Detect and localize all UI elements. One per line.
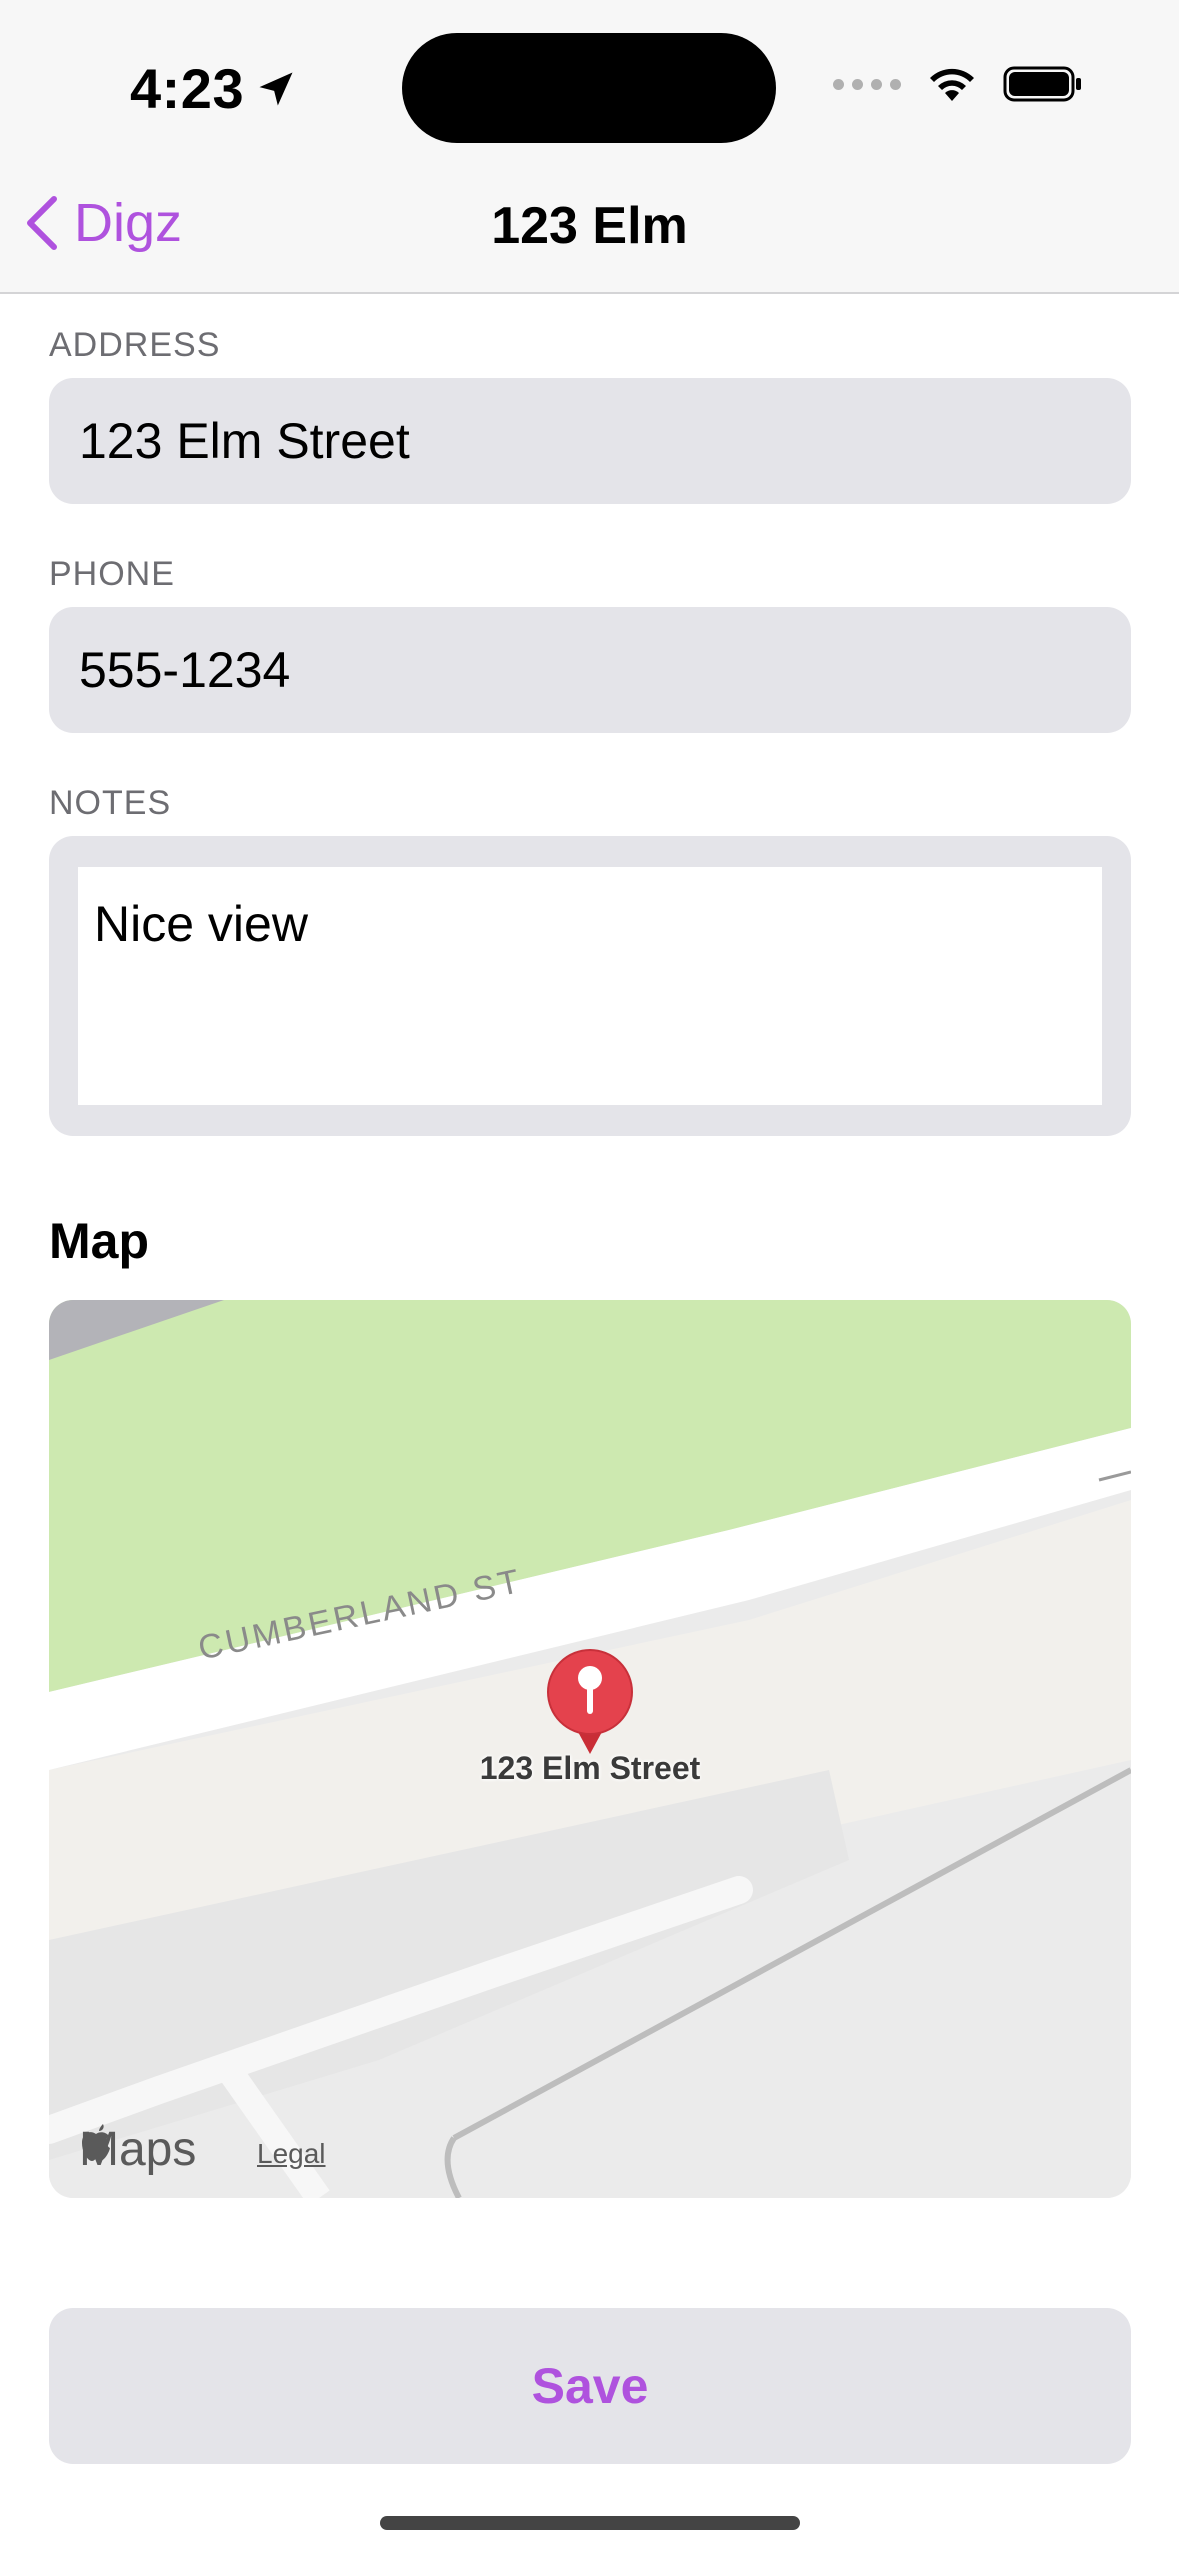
battery-icon [1003,66,1081,102]
location-arrow-icon [259,72,293,105]
address-field[interactable]: 123 Elm Street [49,378,1131,504]
pin-label: 123 Elm Street [479,1750,701,1786]
status-time-text: 4:23 [130,57,245,120]
map-heading: Map [49,1213,149,1269]
save-button[interactable]: Save [49,2308,1131,2464]
cellular-signal-icon [833,78,901,90]
notes-value: Nice view [94,896,308,952]
phone-value: 555-1234 [79,642,291,698]
phone-label: PHONE [49,555,175,593]
legal-link[interactable]: Legal [257,2138,326,2170]
notes-container: Nice view [49,836,1131,1136]
maps-brand: Maps [79,2122,196,2177]
status-time: 4:23 [130,56,298,121]
address-value: 123 Elm Street [79,413,410,469]
notes-label: NOTES [49,784,172,822]
page-title: 123 Elm [491,197,688,255]
map-canvas [49,1300,1131,2198]
status-icons [833,64,1083,104]
home-indicator [380,2516,800,2530]
phone-field[interactable]: 555-1234 [49,607,1131,733]
navigation-bar: 4:23 Digz 123 Elm [0,0,1179,294]
wifi-icon [930,68,974,101]
screen: 4:23 Digz 123 Elm ADDRESS 123 Elm Street… [0,0,1179,2556]
dynamic-island [402,33,776,143]
notes-textarea[interactable]: Nice view [78,867,1102,1105]
apple-logo-icon [82,2124,110,2161]
address-label: ADDRESS [49,326,221,364]
map-view[interactable]: CUMBERLAND ST 123 Elm Street Maps Legal [49,1300,1131,2198]
